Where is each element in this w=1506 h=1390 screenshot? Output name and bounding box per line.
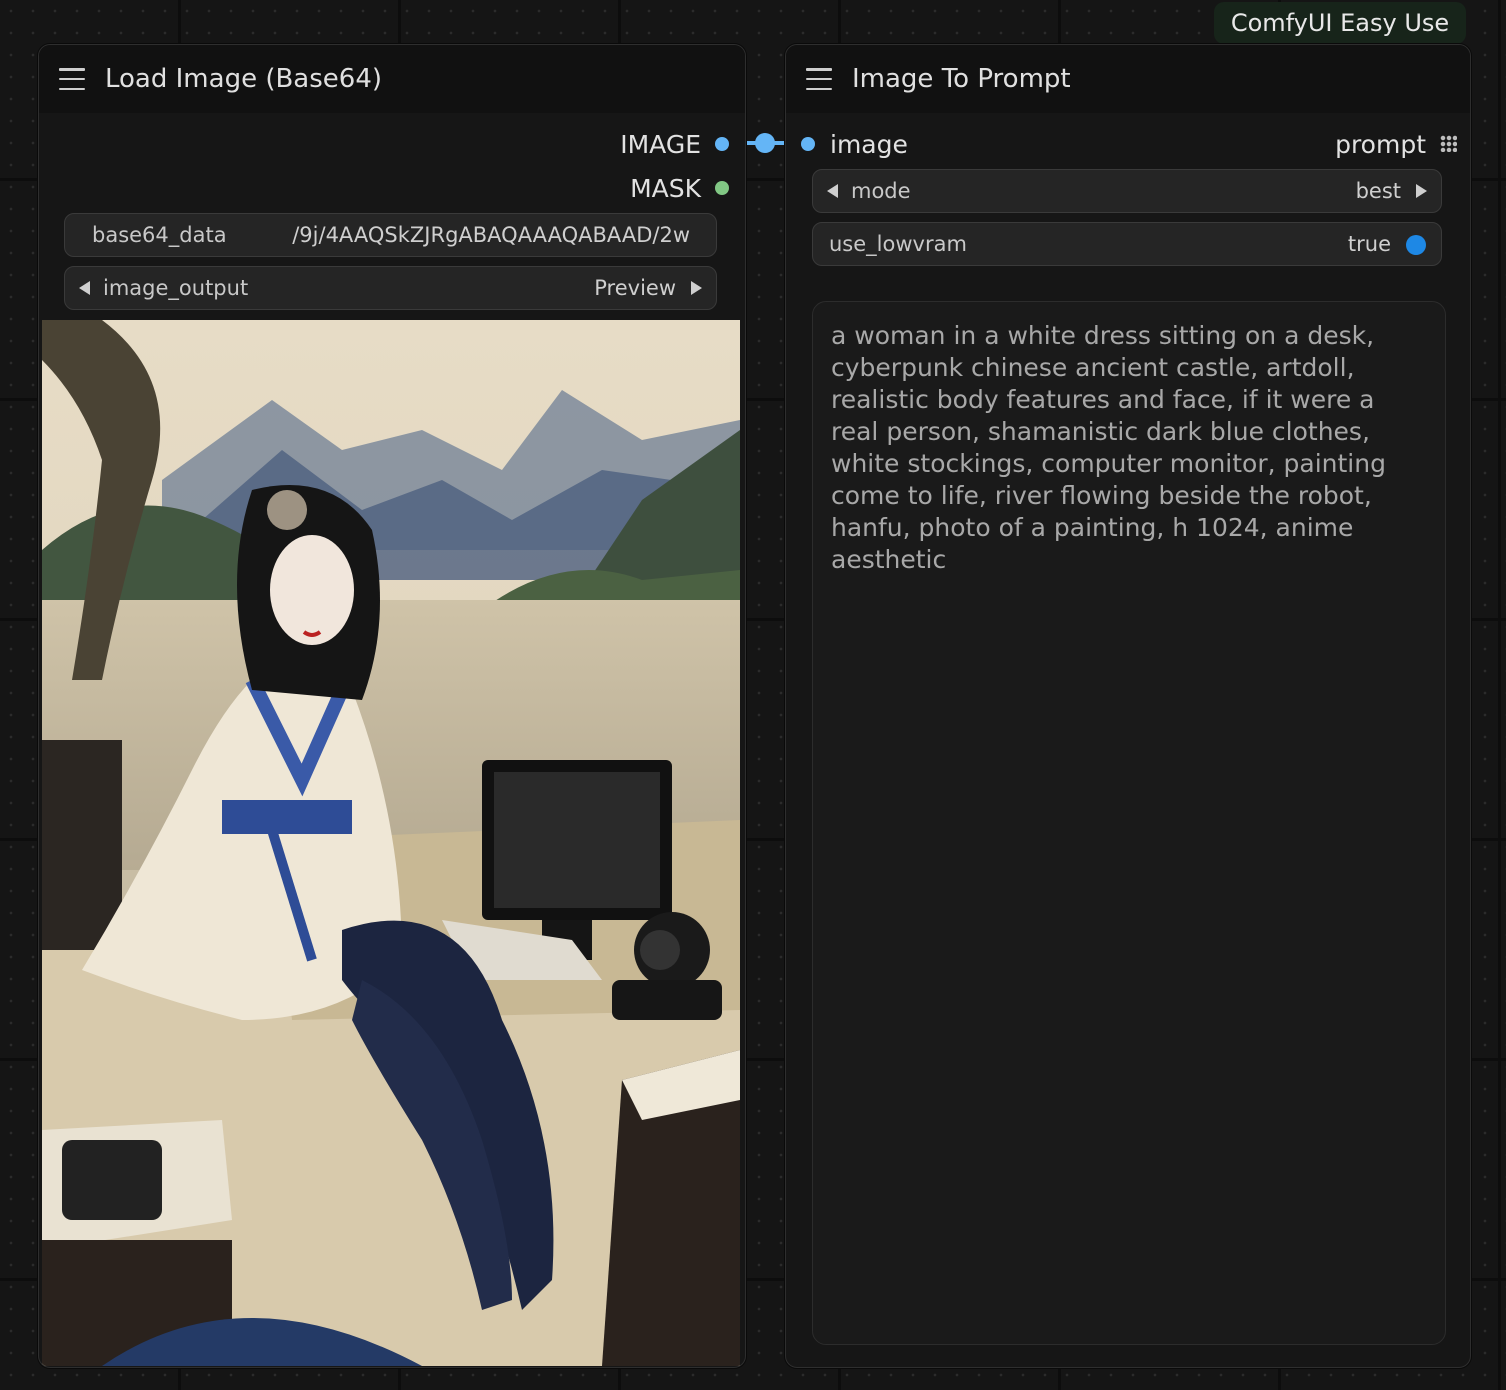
menu-icon[interactable]: [59, 68, 85, 90]
output-slot-mask[interactable]: [715, 181, 729, 195]
badge-label: ComfyUI Easy Use: [1230, 9, 1450, 37]
output-label-mask: MASK: [630, 174, 701, 203]
toggle-dot-icon[interactable]: [1406, 235, 1426, 255]
arrow-right-icon[interactable]: [691, 281, 702, 295]
image-output-label: image_output: [103, 276, 249, 300]
mode-combo[interactable]: mode best: [812, 169, 1442, 213]
prompt-text: a woman in a white dress sitting on a de…: [831, 321, 1386, 574]
grid-icon[interactable]: [1440, 135, 1457, 152]
mode-label: mode: [851, 179, 911, 203]
painting-illustration: [42, 320, 740, 1366]
arrow-left-icon[interactable]: [827, 184, 838, 198]
base64-data-value: /9j/4AAQSkZJRgABAQAAAQABAAD/2w: [292, 223, 690, 247]
image-to-prompt-node[interactable]: Image To Prompt image prompt mode best u…: [785, 44, 1471, 1368]
output-label-prompt: prompt: [1335, 130, 1426, 159]
image-output-combo[interactable]: image_output Preview: [64, 266, 717, 310]
mode-value: best: [1355, 179, 1401, 203]
output-label-image: IMAGE: [620, 130, 701, 159]
prompt-output-textarea[interactable]: a woman in a white dress sitting on a de…: [812, 301, 1446, 1345]
load-image-base64-node[interactable]: Load Image (Base64) IMAGE MASK base64_da…: [38, 44, 746, 1368]
arrow-right-icon[interactable]: [1416, 184, 1427, 198]
link-midpoint[interactable]: [755, 133, 775, 153]
node-header[interactable]: Load Image (Base64): [39, 45, 745, 113]
base64-data-field[interactable]: base64_data /9j/4AAQSkZJRgABAQAAAQABAAD/…: [64, 213, 717, 257]
node-header[interactable]: Image To Prompt: [786, 45, 1470, 113]
base64-data-label: base64_data: [92, 223, 227, 247]
input-slot-image[interactable]: [801, 137, 815, 151]
output-slot-image[interactable]: [715, 137, 729, 151]
use-lowvram-toggle[interactable]: use_lowvram true: [812, 222, 1442, 266]
image-preview: [42, 320, 740, 1366]
arrow-left-icon[interactable]: [79, 281, 90, 295]
comfyui-easy-use-badge: ComfyUI Easy Use: [1214, 2, 1466, 44]
image-output-value: Preview: [594, 276, 676, 300]
input-label-image: image: [830, 130, 908, 159]
node-title: Load Image (Base64): [105, 64, 383, 94]
node-title: Image To Prompt: [852, 64, 1071, 94]
use-lowvram-value: true: [1347, 232, 1391, 256]
menu-icon[interactable]: [806, 68, 832, 90]
use-lowvram-label: use_lowvram: [829, 232, 967, 256]
